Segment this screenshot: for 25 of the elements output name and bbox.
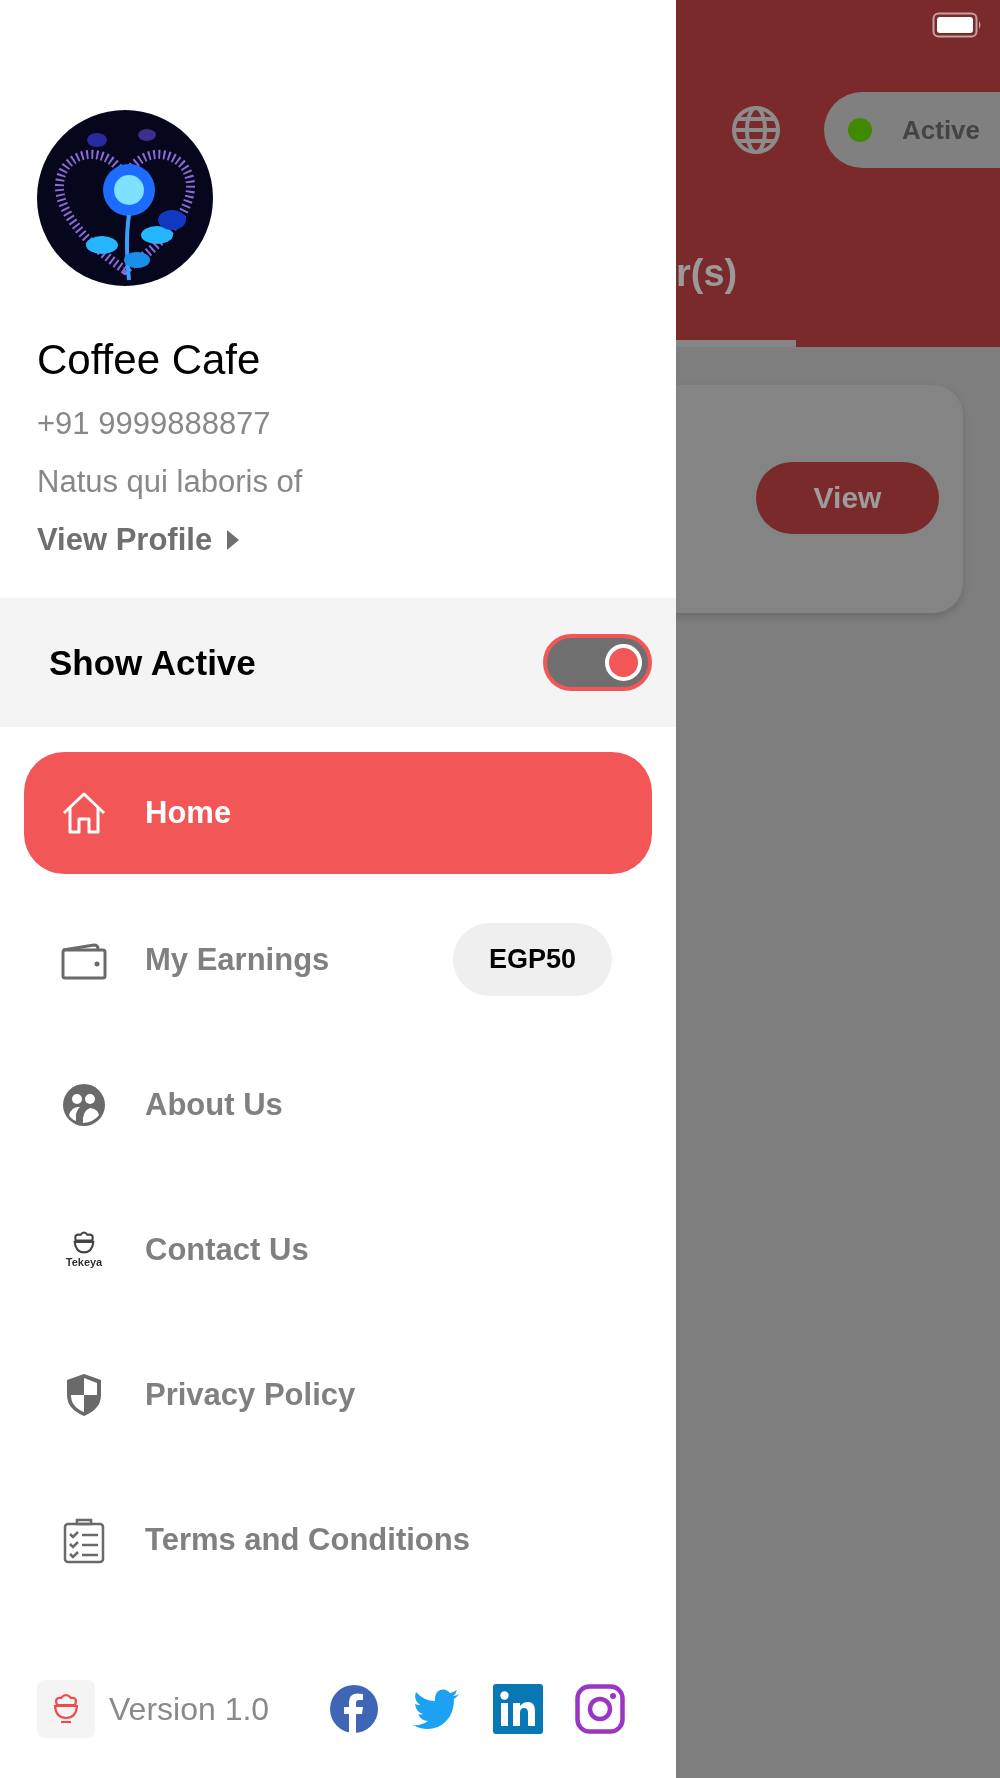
- globe-icon[interactable]: [730, 104, 782, 156]
- profile-name: Coffee Cafe: [37, 336, 261, 384]
- tab-label[interactable]: r(s): [676, 252, 738, 295]
- caret-icon: [226, 529, 241, 551]
- menu-item[interactable]: Home: [24, 752, 652, 874]
- show-active-toggle[interactable]: [543, 634, 652, 691]
- instagram-icon[interactable]: [575, 1684, 625, 1734]
- show-active-label: Show Active: [49, 642, 256, 683]
- view-button[interactable]: View: [756, 462, 939, 534]
- menu-item[interactable]: Tekeya Contact Us: [24, 1177, 652, 1322]
- menu-item[interactable]: Terms and Conditions: [24, 1467, 652, 1612]
- menu-item[interactable]: My Earnings EGP50: [24, 887, 652, 1032]
- linkedin-icon[interactable]: [493, 1684, 543, 1734]
- view-profile-link[interactable]: View Profile: [37, 522, 241, 558]
- version-label: Version 1.0: [109, 1690, 270, 1728]
- profile-address: Natus qui laboris of: [37, 464, 303, 500]
- menu-item[interactable]: About Us: [24, 1032, 652, 1177]
- battery-icon: [932, 12, 982, 38]
- menu-item[interactable]: Privacy Policy: [24, 1322, 652, 1467]
- status-pill[interactable]: Active: [824, 92, 1000, 168]
- app-logo-icon: [37, 1680, 95, 1738]
- status-label: Active: [902, 114, 981, 146]
- earnings-badge: EGP50: [452, 923, 612, 996]
- profile-phone: +91 9999888877: [37, 406, 271, 442]
- facebook-icon[interactable]: [329, 1684, 379, 1734]
